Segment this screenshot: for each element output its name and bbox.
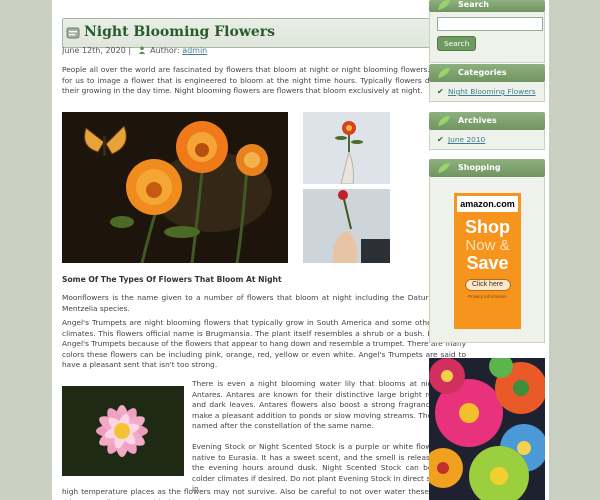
intro-paragraph: People all over the world are fascinated… (62, 65, 466, 95)
search-widget-header: Search (429, 0, 545, 12)
search-widget-title: Search (458, 0, 489, 9)
post-title[interactable]: Night Blooming Flowers (84, 24, 275, 40)
archives-widget-body: ✔ June 2010 (429, 130, 545, 150)
meta-separator: | (128, 46, 132, 55)
category-link[interactable]: Night Blooming Flowers (448, 87, 536, 96)
categories-widget-body: ✔ Night Blooming Flowers (429, 82, 545, 102)
categories-widget-header: Categories (429, 64, 545, 82)
archive-link[interactable]: June 2010 (448, 135, 485, 144)
evening-stock-paragraph-end: high temperature places as the flowers m… (62, 487, 466, 500)
author-icon (138, 46, 145, 54)
post-meta: June 12th, 2020 | Author: admin (62, 46, 207, 55)
flower-vase-image (303, 112, 390, 184)
author-link[interactable]: admin (182, 46, 207, 55)
archives-widget: Archives ✔ June 2010 (429, 112, 545, 150)
leaf-icon (438, 0, 450, 10)
search-widget: Search Search (429, 0, 545, 63)
leaf-icon (438, 163, 450, 173)
shopping-widget-title: Shopping (458, 163, 501, 172)
post-icon (66, 27, 80, 39)
ad-click-button[interactable]: Click here (464, 279, 511, 291)
leaf-icon (438, 116, 450, 126)
shopping-widget-body: amazon.com Shop Now & Save Click here Pr… (429, 177, 545, 343)
page: Night Blooming Flowers June 12th, 2020 |… (52, 0, 549, 500)
water-lily-paragraph: There is even a night blooming water lil… (192, 379, 466, 430)
categories-widget: Categories ✔ Night Blooming Flowers (429, 64, 545, 102)
ad-line-shop: Shop (465, 217, 510, 237)
hand-flower-image (303, 189, 390, 263)
post-title-bar: Night Blooming Flowers (62, 18, 467, 48)
search-button[interactable]: Search (437, 36, 477, 51)
amazon-ad[interactable]: amazon.com Shop Now & Save Click here Pr… (454, 193, 521, 329)
moonflowers-paragraph: Moonflowers is the name given to a numbe… (62, 293, 466, 313)
angels-trumpet-paragraph: Angel's Trumpets are night blooming flow… (62, 318, 466, 369)
archives-widget-header: Archives (429, 112, 545, 130)
water-lily-image (62, 386, 184, 476)
ad-fine-print: Privacy Information (468, 294, 507, 299)
search-input[interactable] (437, 17, 543, 31)
ad-line-save: Save (466, 253, 509, 273)
leaf-icon (438, 68, 450, 78)
section-heading: Some Of The Types Of Flowers That Bloom … (62, 275, 282, 284)
amazon-logo-text: amazon.com (460, 199, 515, 209)
categories-widget-title: Categories (458, 68, 507, 77)
check-icon: ✔ (437, 87, 444, 96)
main-content: Night Blooming Flowers June 12th, 2020 |… (62, 0, 467, 500)
check-icon: ✔ (437, 135, 444, 144)
post-date: June 12th, 2020 (62, 46, 126, 55)
archives-widget-title: Archives (458, 116, 497, 125)
author-label: Author: (150, 46, 180, 55)
shopping-widget-header: Shopping (429, 159, 545, 177)
amazon-logo-bar: amazon.com (457, 196, 518, 212)
colorful-flowers-image (429, 358, 545, 500)
search-widget-body: Search (429, 12, 545, 63)
orange-flowers-image (62, 112, 288, 263)
shopping-widget: Shopping amazon.com Shop Now & Save Clic… (429, 159, 545, 343)
ad-line-now: Now & (465, 237, 510, 254)
